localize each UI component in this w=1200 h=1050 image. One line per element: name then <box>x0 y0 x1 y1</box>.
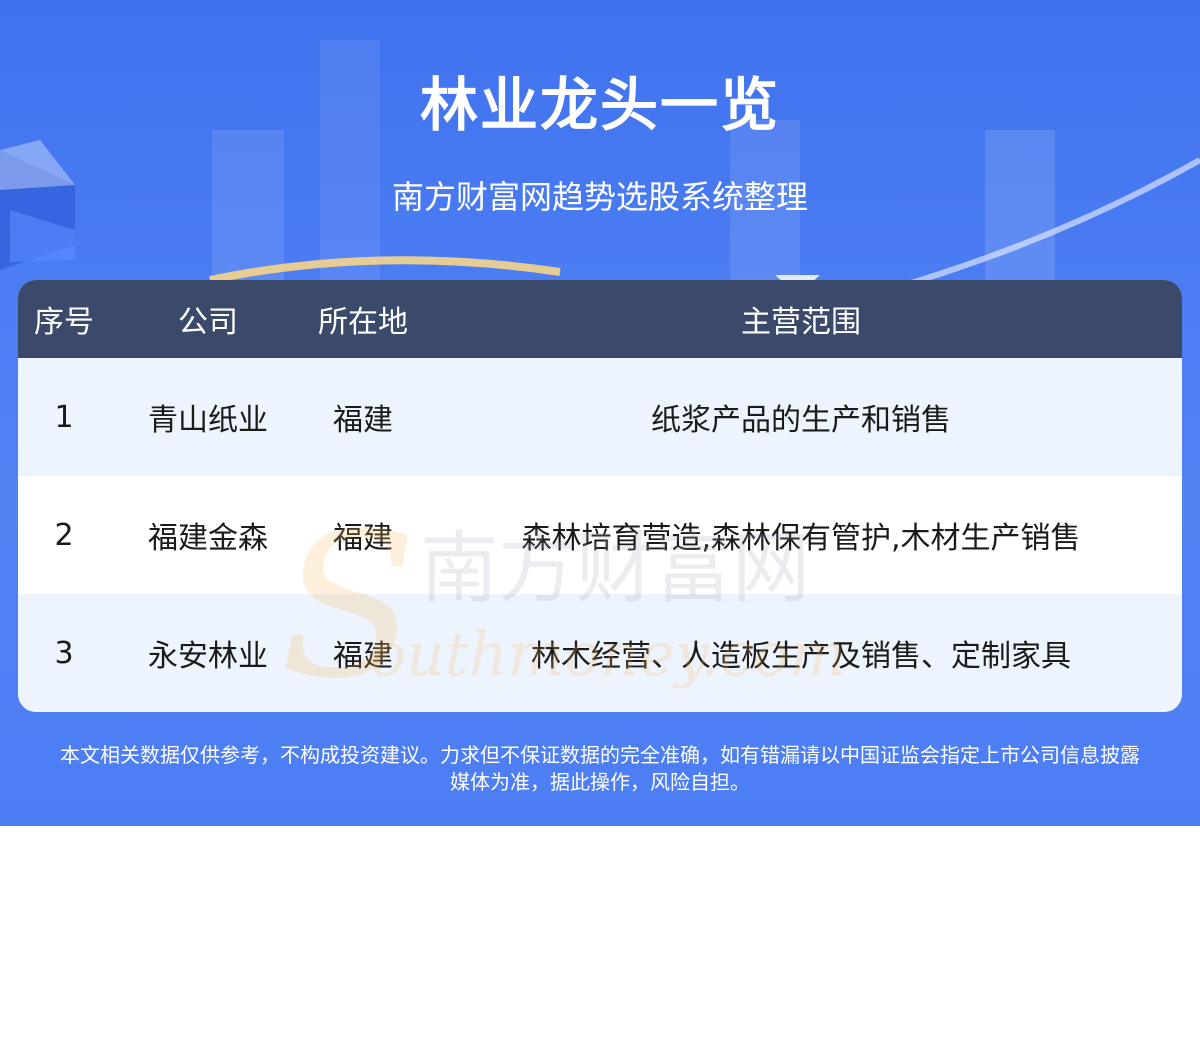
column-header-company: 公司 <box>178 305 238 340</box>
table-row: 2 福建金森 福建 森林培育营造,森林保有管护,木材生产销售 <box>18 476 1182 594</box>
table-header-row: 序号 公司 所在地 主营范围 <box>18 280 1182 358</box>
row-business: 林木经营、人造板生产及销售、定制家具 <box>531 639 1071 674</box>
poster-background: 林业龙头一览 南方财富网趋势选股系统整理 序号 公司 所在地 主营范围 1 青山… <box>0 0 1200 826</box>
row-index: 3 <box>54 635 74 671</box>
table-row: 1 青山纸业 福建 纸浆产品的生产和销售 <box>18 358 1182 476</box>
row-location: 福建 <box>333 403 393 438</box>
row-location: 福建 <box>333 521 393 556</box>
page-title: 林业龙头一览 <box>419 71 780 139</box>
column-header-location: 所在地 <box>318 305 408 340</box>
column-header-index: 序号 <box>34 305 94 340</box>
row-business: 森林培育营造,森林保有管护,木材生产销售 <box>521 521 1081 556</box>
row-company: 青山纸业 <box>148 403 268 438</box>
row-location: 福建 <box>333 639 393 674</box>
disclaimer-line-2: 媒体为准，据此操作，风险自担。 <box>450 770 750 794</box>
disclaimer: 本文相关数据仅供参考，不构成投资建议。力求但不保证数据的完全准确，如有错漏请以中… <box>0 742 1200 796</box>
row-company: 永安林业 <box>148 639 268 674</box>
row-index: 1 <box>54 399 74 435</box>
row-business: 纸浆产品的生产和销售 <box>651 403 951 438</box>
data-table: 序号 公司 所在地 主营范围 1 青山纸业 福建 纸浆产品的生产和销售 2 福建… <box>18 280 1182 712</box>
page-subtitle: 南方财富网趋势选股系统整理 <box>391 178 808 216</box>
table-row: 3 永安林业 福建 林木经营、人造板生产及销售、定制家具 <box>18 594 1182 712</box>
row-company: 福建金森 <box>148 521 268 556</box>
disclaimer-line-1: 本文相关数据仅供参考，不构成投资建议。力求但不保证数据的完全准确，如有错漏请以中… <box>60 743 1140 767</box>
column-header-business: 主营范围 <box>741 305 861 340</box>
background-decoration <box>0 40 1200 298</box>
row-index: 2 <box>54 517 74 553</box>
